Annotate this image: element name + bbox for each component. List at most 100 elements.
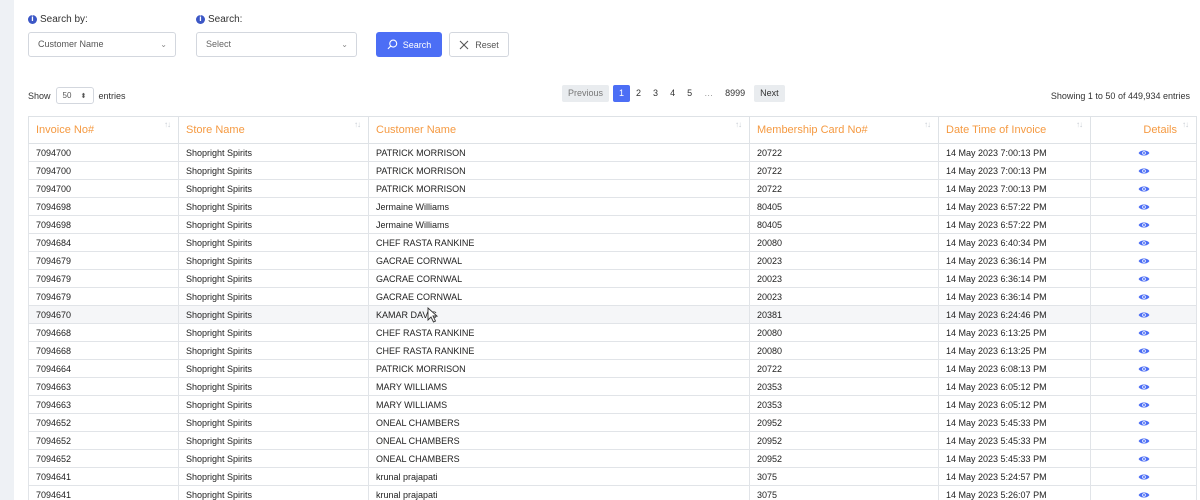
date-time-cell: 14 May 2023 5:26:07 PM [938, 485, 1091, 500]
col-date-time[interactable]: Date Time of Invoice ↑↓ [938, 116, 1091, 144]
col-details[interactable]: Details ↑↓ [1090, 116, 1197, 144]
previous-button[interactable]: Previous [562, 85, 610, 102]
invoice-no-cell: 7094700 [28, 161, 179, 180]
invoice-no-cell: 7094652 [28, 431, 179, 450]
col-membership-card[interactable]: Membership Card No# ↑↓ [749, 116, 939, 144]
membership-card-cell: 20952 [749, 431, 939, 450]
search-by-select[interactable]: Customer Name ⌄ [28, 32, 176, 57]
invoice-no-cell: 7094700 [28, 143, 179, 162]
store-name-cell: Shopright Spirits [178, 341, 369, 360]
details-cell [1090, 215, 1197, 234]
table-header-row: Invoice No# ↑↓ Store Name ↑↓ Customer Name… [28, 116, 1197, 144]
eye-icon[interactable] [1138, 437, 1150, 445]
customer-name-cell: Jermaine Williams [368, 215, 750, 234]
membership-card-cell: 80405 [749, 197, 939, 216]
chevron-down-icon: ⌄ [341, 40, 348, 49]
date-time-cell: 14 May 2023 6:36:14 PM [938, 269, 1091, 288]
eye-icon[interactable] [1138, 329, 1150, 337]
col-invoice-no[interactable]: Invoice No# ↑↓ [28, 116, 179, 144]
customer-name-cell: krunal prajapati [368, 485, 750, 500]
membership-card-cell: 20353 [749, 377, 939, 396]
sort-arrows-icon: ↑↓ [1076, 120, 1083, 129]
customer-name-cell: CHEF RASTA RANKINE [368, 323, 750, 342]
eye-icon[interactable] [1138, 347, 1150, 355]
date-time-cell: 14 May 2023 6:36:14 PM [938, 287, 1091, 306]
table-row: 7094700 Shopright Spirits PATRICK MORRISON… [28, 143, 1197, 162]
table-row: 7094668 Shopright Spirits CHEF RASTA RANKI… [28, 341, 1197, 360]
details-cell [1090, 197, 1197, 216]
search-label: i Search: [196, 14, 242, 25]
page-4[interactable]: 4 [664, 85, 681, 102]
pagination: Previous 1 2 3 4 5 … 8999 Next [562, 85, 785, 102]
details-cell [1090, 179, 1197, 198]
membership-card-cell: 80405 [749, 215, 939, 234]
store-name-cell: Shopright Spirits [178, 215, 369, 234]
invoice-no-cell: 7094679 [28, 251, 179, 270]
eye-icon[interactable] [1138, 221, 1150, 229]
invoice-no-cell: 7094679 [28, 269, 179, 288]
date-time-cell: 14 May 2023 6:36:14 PM [938, 251, 1091, 270]
table-row: 7094698 Shopright Spirits Jermaine William… [28, 215, 1197, 234]
page-1[interactable]: 1 [613, 85, 631, 102]
store-name-cell: Shopright Spirits [178, 305, 369, 324]
table-row: 7094652 Shopright Spirits ONEAL CHAMBERS 20… [28, 449, 1197, 468]
page-3[interactable]: 3 [647, 85, 664, 102]
membership-card-cell: 3075 [749, 485, 939, 500]
page-2[interactable]: 2 [630, 85, 647, 102]
eye-icon[interactable] [1138, 383, 1150, 391]
sort-arrows-icon: ↑↓ [924, 120, 931, 129]
details-cell [1090, 485, 1197, 500]
eye-icon[interactable] [1138, 257, 1150, 265]
store-name-cell: Shopright Spirits [178, 269, 369, 288]
mouse-cursor-icon [427, 307, 439, 323]
invoice-no-cell: 7094663 [28, 377, 179, 396]
eye-icon[interactable] [1138, 473, 1150, 481]
customer-name-cell: CHEF RASTA RANKINE [368, 233, 750, 252]
eye-icon[interactable] [1138, 365, 1150, 373]
membership-card-cell: 20080 [749, 323, 939, 342]
store-name-cell: Shopright Spirits [178, 233, 369, 252]
chevron-down-icon: ⌄ [160, 40, 167, 49]
customer-name-cell: Jermaine Williams [368, 197, 750, 216]
search-select[interactable]: Select ⌄ [196, 32, 357, 57]
details-cell [1090, 395, 1197, 414]
date-time-cell: 14 May 2023 6:13:25 PM [938, 323, 1091, 342]
eye-icon[interactable] [1138, 185, 1150, 193]
store-name-cell: Shopright Spirits [178, 485, 369, 500]
eye-icon[interactable] [1138, 419, 1150, 427]
col-store-name[interactable]: Store Name ↑↓ [178, 116, 369, 144]
table-row: 7094679 Shopright Spirits GACRAE CORNWAL 20… [28, 251, 1197, 270]
col-customer-name[interactable]: Customer Name ↑↓ [368, 116, 750, 144]
eye-icon[interactable] [1138, 491, 1150, 499]
eye-icon[interactable] [1138, 275, 1150, 283]
customer-name-cell: ONEAL CHAMBERS [368, 431, 750, 450]
eye-icon[interactable] [1138, 149, 1150, 157]
entries-select[interactable]: 50 ⬍ [55, 87, 94, 104]
details-cell [1090, 305, 1197, 324]
table-info: Showing 1 to 50 of 449,934 entries [1050, 91, 1190, 101]
eye-icon[interactable] [1138, 293, 1150, 301]
search-button[interactable]: Search [376, 32, 442, 57]
invoice-no-cell: 7094668 [28, 323, 179, 342]
invoice-no-cell: 7094663 [28, 395, 179, 414]
eye-icon[interactable] [1138, 167, 1150, 175]
eye-icon[interactable] [1138, 311, 1150, 319]
store-name-cell: Shopright Spirits [178, 431, 369, 450]
entries-length: Show 50 ⬍ entries [28, 87, 126, 104]
eye-icon[interactable] [1138, 239, 1150, 247]
page-5[interactable]: 5 [681, 85, 698, 102]
sort-arrows-icon: ↑↓ [735, 120, 742, 129]
reset-button[interactable]: Reset [449, 32, 509, 57]
details-cell [1090, 377, 1197, 396]
invoice-no-cell: 7094679 [28, 287, 179, 306]
next-button[interactable]: Next [754, 85, 785, 102]
eye-icon[interactable] [1138, 203, 1150, 211]
customer-name-cell: krunal prajapati [368, 467, 750, 486]
search-by-label: i Search by: [28, 14, 88, 25]
date-time-cell: 14 May 2023 6:57:22 PM [938, 215, 1091, 234]
eye-icon[interactable] [1138, 401, 1150, 409]
page-last[interactable]: 8999 [719, 85, 751, 102]
eye-icon[interactable] [1138, 455, 1150, 463]
table-row: 7094670 Shopright Spirits KAMAR DAVIS 20381… [28, 305, 1197, 324]
store-name-cell: Shopright Spirits [178, 359, 369, 378]
